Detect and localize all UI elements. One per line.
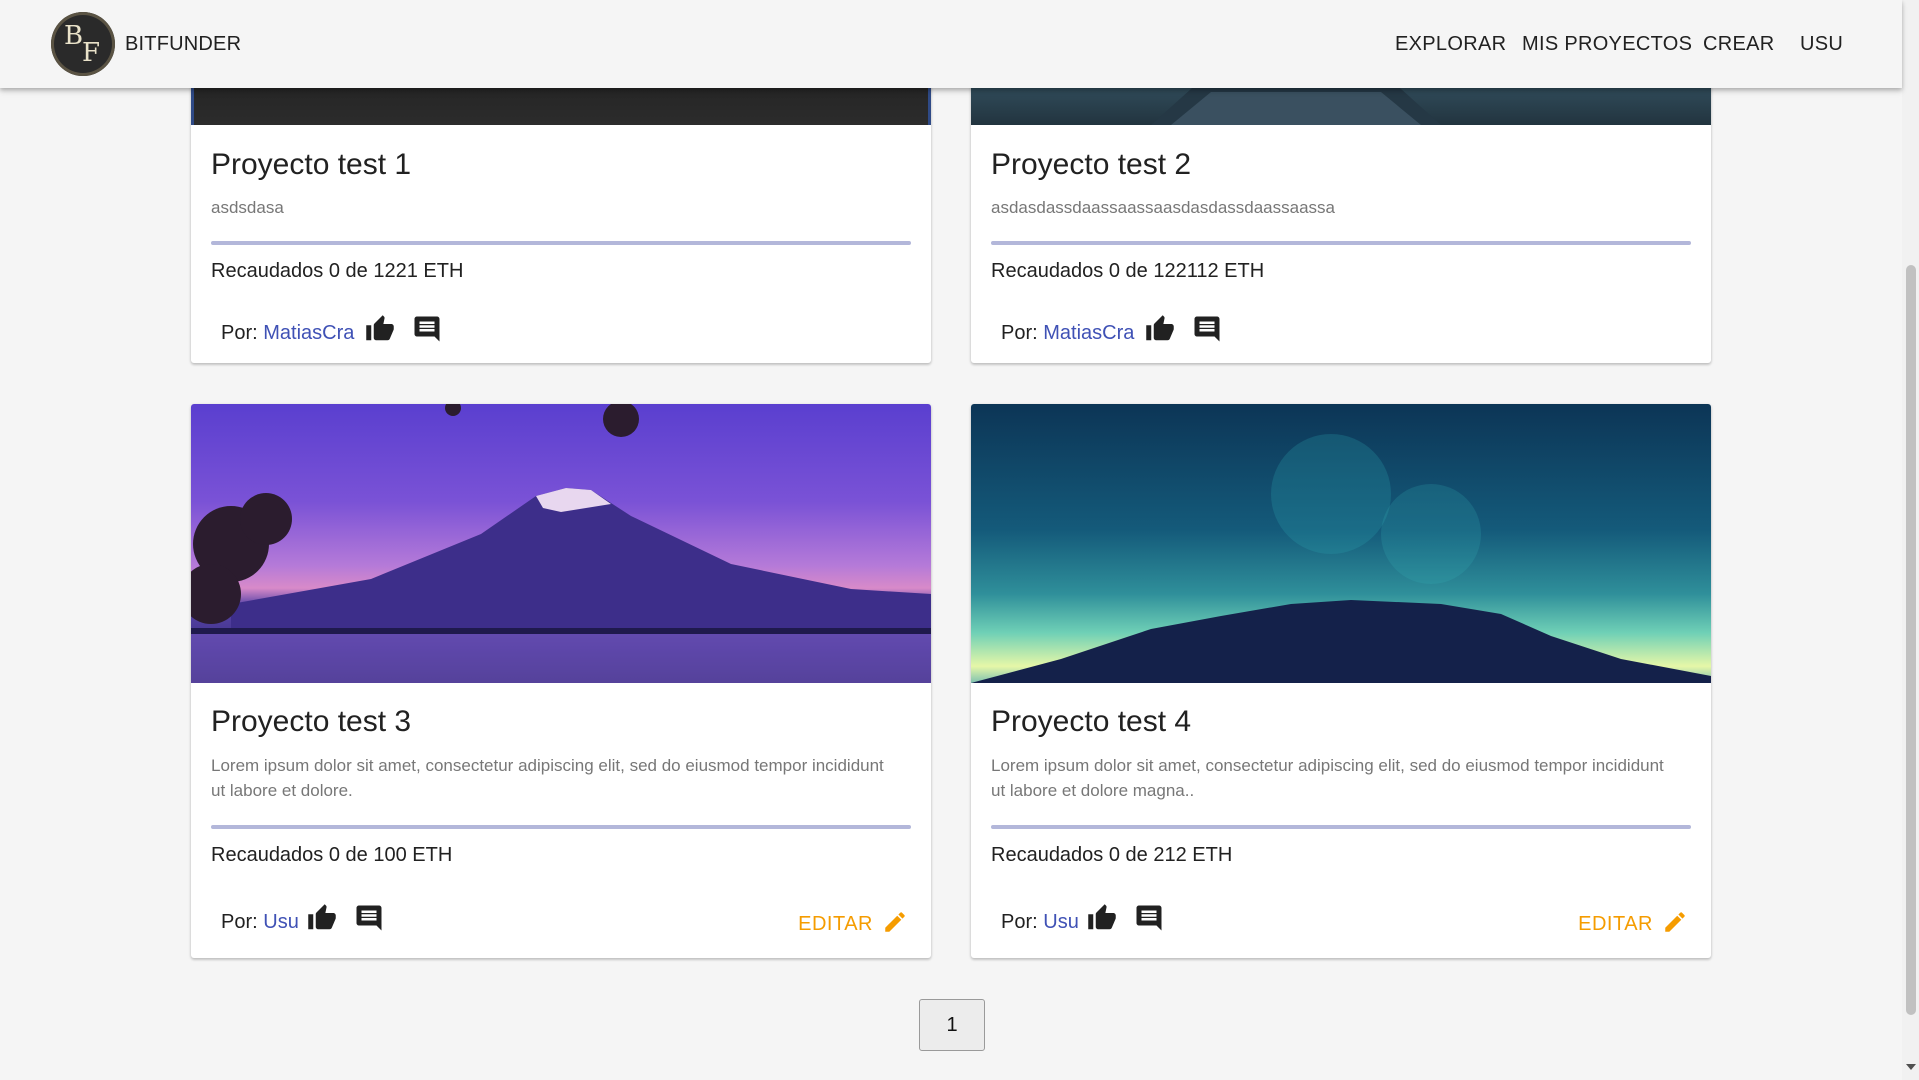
project-card: Proyecto test 3 Lorem ipsum dolor sit am… (191, 404, 931, 958)
project-title[interactable]: Proyecto test 3 (211, 705, 411, 739)
pencil-icon (1665, 912, 1685, 932)
nav-user[interactable]: USU (1800, 33, 1843, 56)
project-image[interactable] (191, 404, 931, 683)
thumb-up-icon[interactable] (365, 314, 395, 344)
thumb-up-icon[interactable] (1087, 903, 1117, 933)
author-prefix: Por: (221, 911, 258, 933)
project-image[interactable] (971, 404, 1711, 683)
pencil-icon (885, 912, 905, 932)
funding-raised-text: Recaudados 0 de 100 ETH (211, 844, 453, 866)
nav-explorar[interactable]: EXPLORAR (1395, 33, 1506, 56)
funding-raised-text: Recaudados 0 de 1221 ETH (211, 260, 464, 282)
project-description: Lorem ipsum dolor sit amet, consectetur … (211, 756, 884, 800)
funding-raised-text: Recaudados 0 de 212 ETH (991, 844, 1233, 866)
project-author: Por: MatiasCra (221, 322, 354, 345)
comment-icon[interactable] (1134, 903, 1164, 933)
comment-icon[interactable] (412, 314, 442, 344)
brand-name[interactable]: BITFUNDER (125, 33, 241, 56)
app-bar: B F BITFUNDER EXPLORAR MIS PROYECTOS CRE… (0, 0, 1902, 88)
logo[interactable]: B F (51, 12, 115, 76)
author-link[interactable]: MatiasCra (1043, 322, 1134, 344)
logo-letter-f: F (82, 38, 101, 68)
project-author: Por: Usu (221, 911, 299, 934)
vertical-scrollbar[interactable] (1902, 0, 1919, 1080)
author-prefix: Por: (1001, 911, 1038, 933)
author-link[interactable]: MatiasCra (263, 322, 354, 344)
project-title[interactable]: Proyecto test 2 (991, 148, 1191, 182)
funding-progress-bar (211, 241, 911, 245)
author-link[interactable]: Usu (263, 911, 299, 933)
project-description: asdsdasa (211, 198, 284, 217)
project-card: Proyecto test 4 Lorem ipsum dolor sit am… (971, 404, 1711, 958)
edit-label: EDITAR (798, 913, 873, 935)
logo-letter-b: B (64, 21, 84, 51)
funding-progress-bar (211, 825, 911, 829)
comment-icon[interactable] (1192, 314, 1222, 344)
nav-crear[interactable]: CREAR (1703, 33, 1775, 56)
author-link[interactable]: Usu (1043, 911, 1079, 933)
author-prefix: Por: (1001, 322, 1038, 344)
project-author: Por: MatiasCra (1001, 322, 1134, 345)
edit-project-button[interactable]: EDITAR (798, 912, 907, 936)
comment-icon[interactable] (354, 903, 384, 933)
author-prefix: Por: (221, 322, 258, 344)
funding-progress-bar (991, 825, 1691, 829)
thumb-up-icon[interactable] (307, 903, 337, 933)
night-sky-image-detail (971, 434, 1711, 683)
project-title[interactable]: Proyecto test 4 (991, 705, 1191, 739)
edit-label: EDITAR (1578, 913, 1653, 935)
scrollbar-thumb[interactable] (1906, 265, 1916, 1015)
project-card: Proyecto test 2 asdasdassdaassaassaasdas… (971, 40, 1711, 363)
mountain-image-detail (191, 404, 931, 683)
funding-progress-bar (991, 241, 1691, 245)
scroll-down-arrow-icon[interactable] (1906, 1064, 1916, 1070)
nav-mis-proyectos[interactable]: MIS PROYECTOS (1522, 33, 1692, 56)
project-description: asdasdassdaassaassaasdasdassdaassaassa (991, 198, 1336, 217)
project-title[interactable]: Proyecto test 1 (211, 148, 411, 182)
project-author: Por: Usu (1001, 911, 1079, 934)
edit-project-button[interactable]: EDITAR (1578, 912, 1687, 936)
thumb-up-icon[interactable] (1145, 314, 1175, 344)
project-card: Proyecto test 1 asdsdasa Recaudados 0 de… (191, 40, 931, 363)
funding-raised-text: Recaudados 0 de 122112 ETH (991, 260, 1265, 282)
pagination-page-button[interactable]: 1 (919, 999, 985, 1051)
project-description: Lorem ipsum dolor sit amet, consectetur … (991, 756, 1664, 800)
